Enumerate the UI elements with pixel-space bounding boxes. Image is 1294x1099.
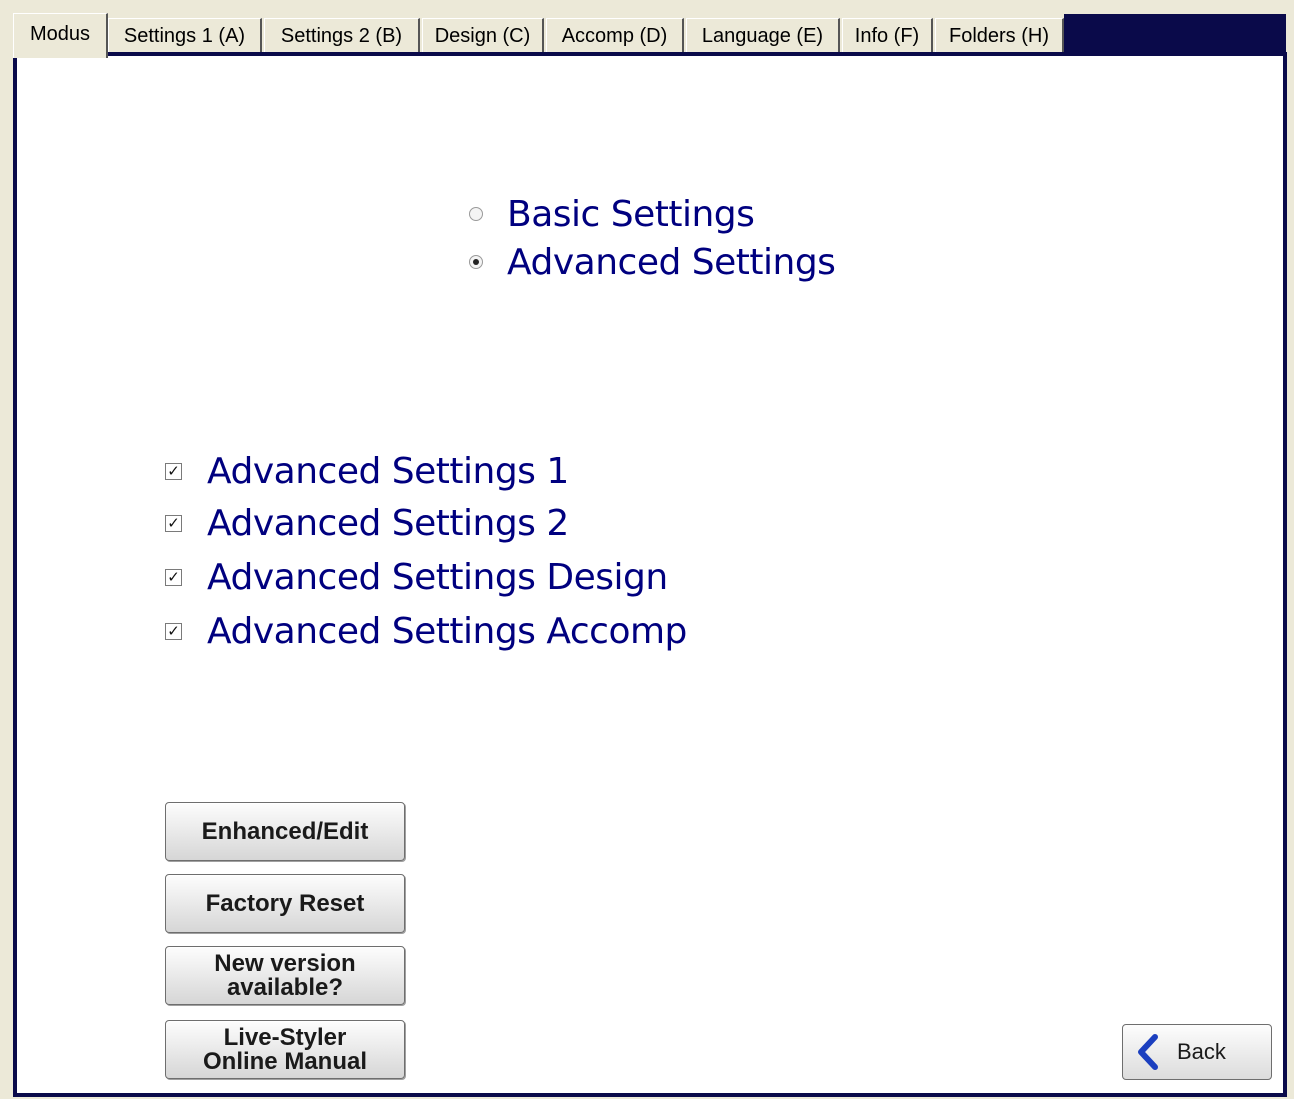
tab-info[interactable]: Info (F) — [842, 18, 933, 52]
checkbox-advanced-2[interactable]: ✓ — [165, 514, 182, 532]
online-manual-button[interactable]: Live-Styler Online Manual — [165, 1020, 405, 1079]
factory-reset-button[interactable]: Factory Reset — [165, 874, 405, 933]
factory-reset-label: Factory Reset — [205, 889, 365, 917]
settings-panel-frame: Basic Settings Advanced Settings ✓ Advan… — [13, 52, 1287, 1097]
app-window: Modus Settings 1 (A) Settings 2 (B) Desi… — [0, 0, 1294, 1099]
radio-label-advanced: Advanced Settings — [507, 241, 836, 283]
back-button[interactable]: Back — [1122, 1024, 1272, 1080]
tab-modus[interactable]: Modus — [13, 13, 108, 58]
checkbox-label-advanced-design: Advanced Settings Design — [207, 556, 668, 598]
checkbox-row-advanced-design[interactable]: ✓ Advanced Settings Design — [165, 552, 668, 602]
tab-design[interactable]: Design (C) — [422, 18, 544, 52]
radio-basic-settings[interactable]: Basic Settings — [469, 190, 755, 238]
tab-accomp[interactable]: Accomp (D) — [546, 18, 684, 52]
tab-folders[interactable]: Folders (H) — [935, 18, 1064, 52]
new-version-button[interactable]: New version available? — [165, 946, 405, 1005]
online-manual-label: Live-Styler Online Manual — [202, 1023, 367, 1075]
checkbox-row-advanced-accomp[interactable]: ✓ Advanced Settings Accomp — [165, 606, 687, 656]
back-label: Back — [1177, 1039, 1226, 1064]
tab-language[interactable]: Language (E) — [686, 18, 840, 52]
checkbox-label-advanced-2: Advanced Settings 2 — [207, 502, 569, 544]
chevron-left-icon — [1138, 1034, 1158, 1070]
radio-button-basic[interactable] — [469, 207, 483, 221]
tab-strip: Modus Settings 1 (A) Settings 2 (B) Desi… — [0, 0, 1294, 60]
checkbox-label-advanced-accomp: Advanced Settings Accomp — [207, 610, 687, 652]
checkbox-advanced-accomp[interactable]: ✓ — [165, 622, 182, 640]
checkbox-label-advanced-1: Advanced Settings 1 — [207, 450, 569, 492]
tab-settings-1[interactable]: Settings 1 (A) — [108, 18, 262, 52]
radio-label-basic: Basic Settings — [507, 193, 755, 235]
new-version-label: New version available? — [214, 949, 356, 1001]
tab-settings-2[interactable]: Settings 2 (B) — [264, 18, 420, 52]
settings-panel: Basic Settings Advanced Settings ✓ Advan… — [17, 56, 1283, 1093]
tab-strip-background — [1064, 14, 1286, 54]
radio-button-advanced[interactable] — [469, 255, 483, 269]
checkbox-row-advanced-1[interactable]: ✓ Advanced Settings 1 — [165, 446, 569, 496]
radio-advanced-settings[interactable]: Advanced Settings — [469, 238, 836, 286]
enhanced-edit-button[interactable]: Enhanced/Edit — [165, 802, 405, 861]
checkbox-row-advanced-2[interactable]: ✓ Advanced Settings 2 — [165, 498, 569, 548]
checkbox-advanced-design[interactable]: ✓ — [165, 568, 182, 586]
enhanced-edit-label: Enhanced/Edit — [201, 817, 369, 845]
checkbox-advanced-1[interactable]: ✓ — [165, 462, 182, 480]
